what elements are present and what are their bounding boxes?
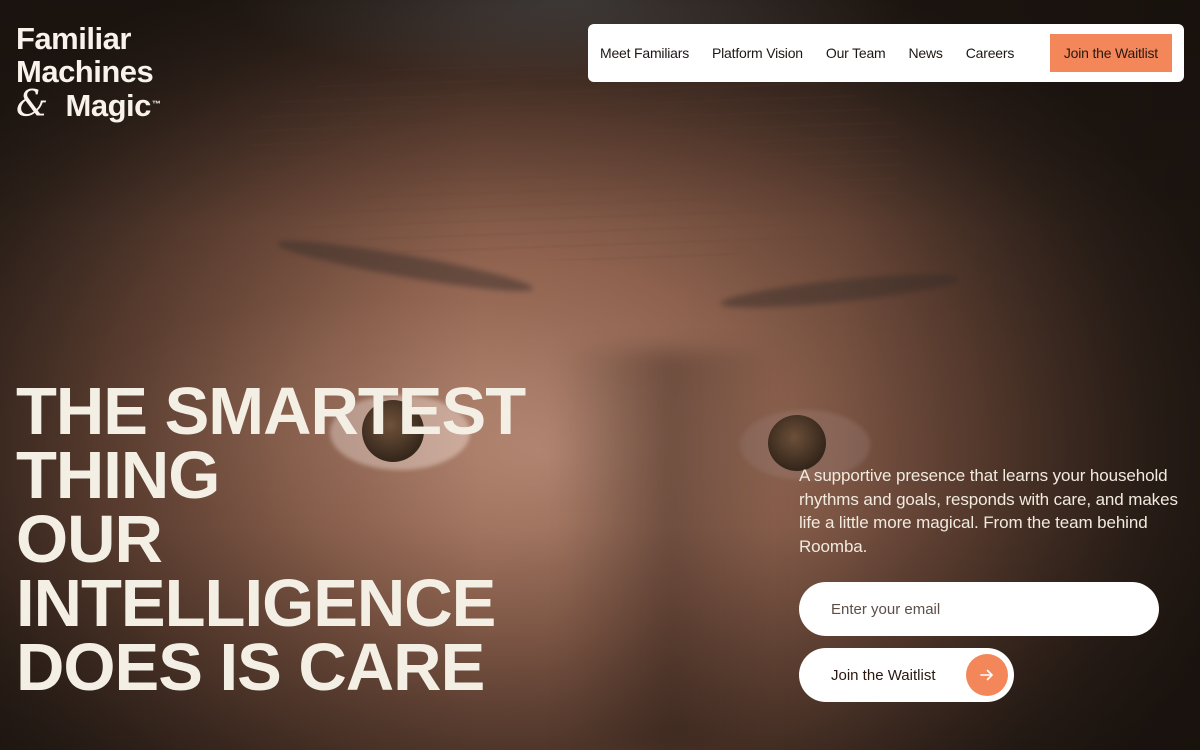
headline-line: INTELLIGENCE xyxy=(16,566,496,641)
top-navigation: Meet Familiars Platform Vision Our Team … xyxy=(588,24,1184,82)
logo-magic: Magic xyxy=(65,88,152,123)
logo-line-1: Familiar xyxy=(16,21,131,56)
hero-headline: THE SMARTEST THING OUR INTELLIGENCE DOES… xyxy=(16,374,616,705)
headline-line: DOES IS CARE xyxy=(16,630,485,705)
nav-platform-vision[interactable]: Platform Vision xyxy=(712,45,803,61)
email-input[interactable] xyxy=(799,582,1159,636)
nav-careers[interactable]: Careers xyxy=(966,45,1015,61)
arrow-right-icon xyxy=(966,654,1008,696)
headline-line: THE SMARTEST xyxy=(16,374,526,449)
nav-join-waitlist-button[interactable]: Join the Waitlist xyxy=(1049,34,1172,72)
hero-tagline: A supportive presence that learns your h… xyxy=(799,466,1178,556)
brand-logo[interactable]: Familiar Machines & Magic™ xyxy=(16,21,161,123)
headline-line: OUR xyxy=(16,502,163,577)
join-waitlist-label: Join the Waitlist xyxy=(831,666,936,684)
nav-our-team[interactable]: Our Team xyxy=(826,45,886,61)
join-waitlist-submit-button[interactable]: Join the Waitlist xyxy=(799,648,1014,702)
logo-ampersand: & xyxy=(16,84,48,125)
headline-line: THING xyxy=(16,438,220,513)
nav-news[interactable]: News xyxy=(909,45,943,61)
nav-meet-familiars[interactable]: Meet Familiars xyxy=(600,45,689,61)
logo-trademark: ™ xyxy=(151,99,161,109)
logo-line-3: & Magic™ xyxy=(16,87,161,123)
